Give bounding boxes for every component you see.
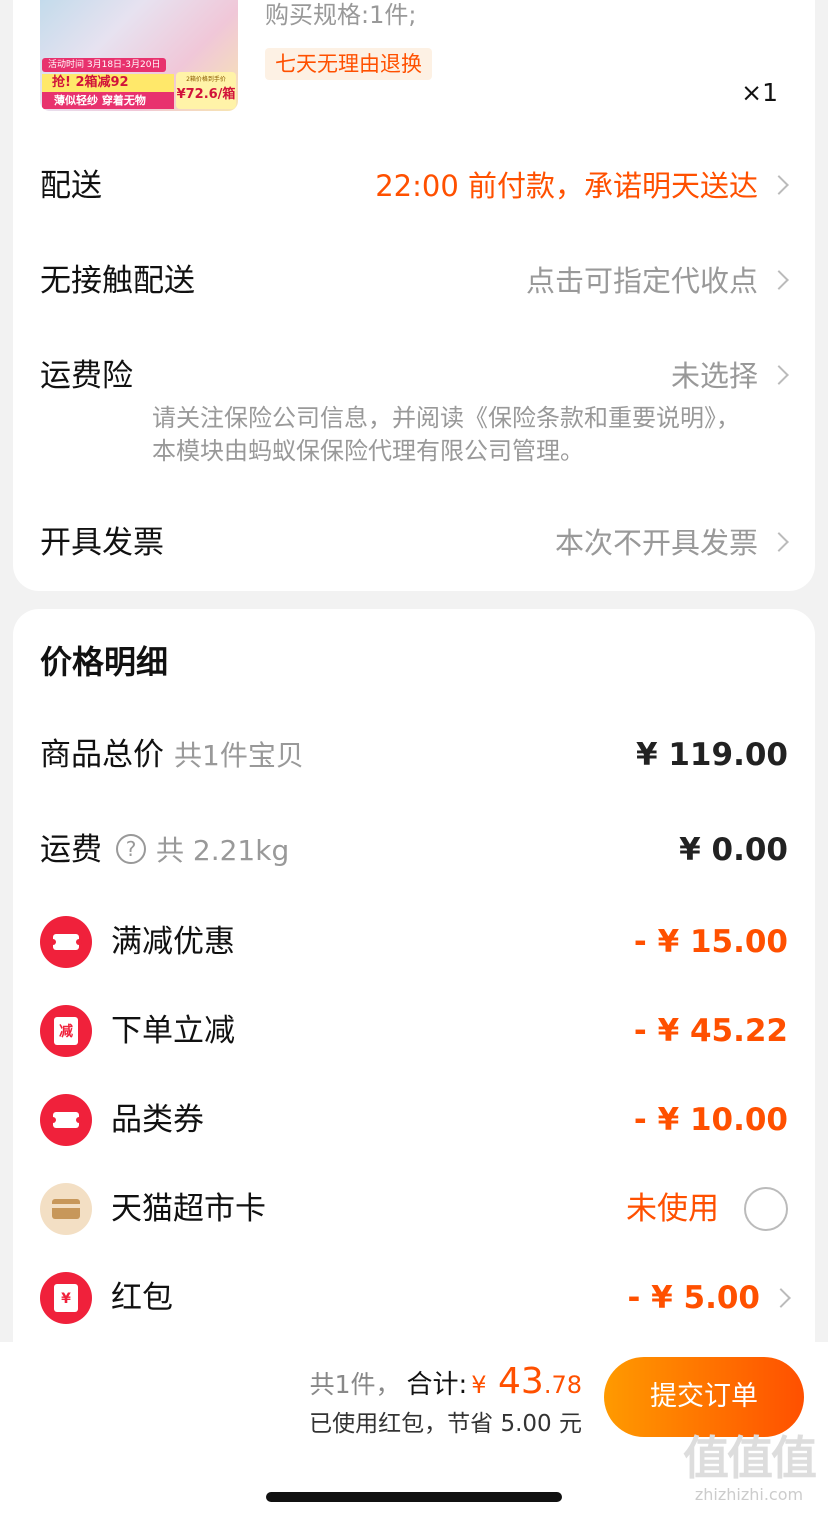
submit-order-button[interactable]: 提交订单 [604, 1357, 804, 1437]
contactless-delivery-row[interactable]: 无接触配送 点击可指定代收点 [40, 256, 790, 306]
tmall-card-status: 未使用 [626, 1191, 719, 1227]
full-discount-row: 满减优惠 - ¥ 15.00 [40, 914, 788, 970]
red-packet-value: - ¥ 5.00 [627, 1280, 760, 1316]
invoice-label: 开具发票 [40, 525, 164, 561]
order-discount-label: 下单立减 [111, 1013, 235, 1049]
promo-main-text: 抢! 2箱减92 [42, 74, 174, 92]
card-icon [40, 1183, 92, 1235]
delivery-value: 22:00 前付款，承诺明天送达 [375, 169, 758, 203]
ticket-icon [40, 1094, 92, 1146]
price-detail-title: 价格明细 [40, 643, 169, 681]
product-spec: 购买规格:1件; [265, 1, 417, 29]
home-indicator[interactable] [266, 1492, 562, 1502]
price-detail-card: 价格明细 商品总价 共1件宝贝 ¥ 119.00 运费? 共 2.21kg ¥ 0.… [13, 609, 815, 1349]
items-total-row: 商品总价 共1件宝贝 ¥ 119.00 [40, 727, 788, 783]
chevron-right-icon [769, 175, 789, 195]
full-discount-value: - ¥ 15.00 [633, 924, 788, 960]
shipping-insurance-label: 运费险 [40, 358, 133, 394]
shipping-insurance-row[interactable]: 运费险 未选择 [40, 351, 790, 401]
chevron-right-icon [769, 365, 789, 385]
shipping-fee-row: 运费? 共 2.21kg ¥ 0.00 [40, 822, 788, 878]
total-decimal: .78 [543, 1371, 582, 1399]
items-total-label: 商品总价 [40, 737, 164, 773]
watermark-logo: 值值值 [683, 1431, 817, 1485]
total-label: 合计: [406, 1370, 468, 1400]
product-image[interactable]: 活动时间 3月18日-3月20日 抢! 2箱减92 薄似轻纱 穿着无物 2箱价格… [40, 0, 238, 111]
promo-price-note: 2箱价格到手价 [186, 76, 226, 83]
promo-sub-text: 薄似轻纱 穿着无物 [42, 92, 174, 109]
delivery-label: 配送 [40, 168, 102, 204]
shipping-weight: 共 2.21kg [156, 834, 290, 867]
chevron-right-icon [769, 270, 789, 290]
shipping-insurance-value: 未选择 [670, 359, 758, 393]
promo-price: ¥72.6/箱 [176, 87, 236, 102]
contactless-label: 无接触配送 [40, 263, 195, 299]
category-coupon-label: 品类券 [111, 1102, 204, 1138]
red-packet-icon: ¥ [40, 1272, 92, 1324]
category-coupon-row[interactable]: 品类券 - ¥ 10.00 [40, 1092, 788, 1148]
order-discount-row: 减 下单立减 - ¥ 45.22 [40, 1003, 788, 1059]
watermark-text: zhizhizhi.com [694, 1485, 804, 1504]
chevron-right-icon [771, 1288, 791, 1308]
red-packet-label: 红包 [111, 1280, 173, 1316]
product-quantity: ×1 [741, 78, 778, 107]
chevron-right-icon [769, 532, 789, 552]
help-icon[interactable]: ? [116, 833, 146, 864]
insurance-note: 请关注保险公司信息，并阅读《保险条款和重要说明》，本模块由蚂蚁保保险代理有限公司… [152, 404, 740, 465]
ticket-icon [40, 916, 92, 968]
total-currency: ¥ [471, 1371, 487, 1399]
shipping-fee-label: 运费 [40, 832, 102, 868]
shipping-fee-value: ¥ 0.00 [679, 832, 788, 868]
order-discount-value: - ¥ 45.22 [633, 1013, 788, 1049]
contactless-value: 点击可指定代收点 [525, 264, 758, 298]
savings-text: 已使用红包，节省 5.00 元 [309, 1411, 582, 1437]
discount-envelope-icon: 减 [40, 1005, 92, 1057]
items-total-count: 共1件宝贝 [174, 739, 304, 772]
order-info-card: 活动时间 3月18日-3月20日 抢! 2箱减92 薄似轻纱 穿着无物 2箱价格… [13, 0, 815, 591]
invoice-value: 本次不开具发票 [554, 526, 758, 560]
red-packet-row[interactable]: ¥ 红包 - ¥ 5.00 [40, 1270, 791, 1326]
full-discount-label: 满减优惠 [111, 924, 235, 960]
total-amount: 43 [486, 1361, 544, 1402]
promo-price-box: 2箱价格到手价 ¥72.6/箱 [176, 72, 236, 109]
delivery-row[interactable]: 配送 22:00 前付款，承诺明天送达 [40, 161, 790, 211]
return-policy-badge: 七天无理由退换 [265, 48, 432, 80]
tmall-card-label: 天猫超市卡 [111, 1191, 266, 1227]
promo-date-tag: 活动时间 3月18日-3月20日 [42, 58, 167, 72]
category-coupon-value: - ¥ 10.00 [633, 1102, 788, 1138]
items-total-value: ¥ 119.00 [636, 737, 788, 773]
item-count: 共1件， [309, 1370, 401, 1399]
tmall-card-radio[interactable] [744, 1187, 788, 1231]
tmall-card-row[interactable]: 天猫超市卡 未使用 [40, 1181, 788, 1237]
watermark: 值值值 zhizhizhi.com [676, 1430, 822, 1504]
order-total: 共1件， 合计: ¥ 43.78 [310, 1360, 582, 1410]
invoice-row[interactable]: 开具发票 本次不开具发票 [40, 518, 790, 568]
